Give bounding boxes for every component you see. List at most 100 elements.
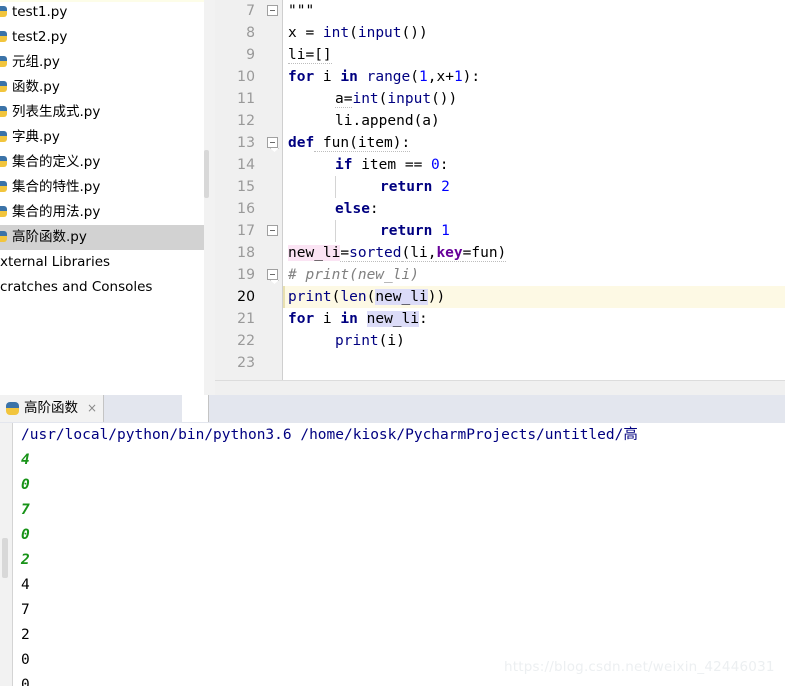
line-number: 9	[246, 47, 255, 63]
line-number: 13	[237, 135, 255, 151]
code-token: ())	[401, 25, 428, 41]
project-tree-item[interactable]: xternal Libraries	[0, 250, 204, 275]
code-text: return 2	[380, 176, 450, 198]
python-file-icon	[0, 206, 9, 217]
code-token: int	[352, 91, 379, 107]
code-token: input	[387, 91, 432, 107]
run-tab-bar[interactable]: 高阶函数 ×	[0, 395, 785, 424]
project-tree-item[interactable]: test1.py	[0, 0, 204, 25]
project-tree-item[interactable]: 高阶函数.py	[0, 225, 204, 250]
code-token: i	[314, 311, 341, 327]
console-output-line: 4	[21, 577, 30, 593]
code-token: ,x+	[427, 69, 454, 85]
python-file-icon	[0, 81, 9, 92]
code-token: (li,	[401, 245, 437, 262]
run-tab-gap	[182, 395, 209, 422]
code-row-current[interactable]: 20 print(len(new_li))	[215, 286, 785, 308]
pane-divider-handle[interactable]	[204, 150, 209, 198]
code-text: new_li=sorted(li,key=fun)	[288, 242, 507, 264]
code-row[interactable]: 15 return 2	[215, 176, 785, 198]
run-tab-label: 高阶函数	[24, 400, 78, 416]
code-token: (i)	[378, 333, 405, 349]
code-row[interactable]: 18 new_li=sorted(li,key=fun)	[215, 242, 785, 264]
code-token: input	[357, 25, 402, 41]
code-text: print(i)	[335, 330, 405, 352]
code-editor[interactable]: " " " 7 """ 8 x = int(input()) 9 li=[] 1…	[215, 0, 785, 395]
console-scrollbar-thumb[interactable]	[2, 538, 8, 578]
code-text: a=int(input())	[335, 88, 457, 110]
project-tree-item[interactable]: 集合的用法.py	[0, 200, 204, 225]
code-token: 0	[431, 157, 440, 173]
code-row[interactable]: 13 def fun(item):	[215, 132, 785, 280]
code-text: for i in new_li:	[288, 308, 428, 330]
console-lines: 4070247200	[13, 448, 785, 686]
code-row[interactable]: 7 """	[215, 0, 785, 22]
code-token: len	[340, 289, 367, 305]
editor-bottom-strip	[215, 380, 785, 395]
code-row[interactable]: 23	[215, 352, 785, 374]
code-text: # print(new_li)	[288, 264, 419, 286]
console-output[interactable]: /usr/local/python/bin/python3.6 /home/ki…	[13, 423, 785, 686]
python-file-icon	[6, 402, 19, 415]
project-tree-item-label: xternal Libraries	[0, 254, 111, 270]
code-token: return	[380, 179, 433, 195]
line-number: 20	[237, 289, 255, 305]
console-output-line: 7	[21, 602, 30, 618]
project-tree-item-label: 集合的特性.py	[12, 179, 101, 195]
line-number: 19	[237, 267, 255, 283]
code-token: x =	[288, 25, 323, 41]
console-input-echo-line: 2	[21, 552, 30, 568]
code-row[interactable]: 19 # print(new_li)	[215, 264, 785, 286]
code-row[interactable]: 21 for i in new_li:	[215, 308, 785, 330]
code-token-highlight: new_li	[366, 311, 419, 327]
code-token: 2	[432, 179, 450, 195]
code-row[interactable]: 16 else:	[215, 198, 785, 220]
code-row[interactable]: 14 if item == 0:	[215, 154, 785, 176]
code-token: sorted	[349, 245, 402, 262]
fold-marker[interactable]	[267, 5, 278, 16]
code-row[interactable]: 11 a=int(input())	[215, 88, 785, 110]
line-number: 11	[237, 91, 255, 107]
code-row[interactable]: 17 return 1	[215, 220, 785, 242]
code-text: return 1	[380, 220, 450, 242]
line-number: 23	[237, 355, 255, 371]
python-file-icon	[0, 181, 9, 192]
project-tree-item[interactable]: 函数.py	[0, 75, 204, 100]
code-token: in	[340, 311, 358, 327]
code-row[interactable]: 8 x = int(input())	[215, 22, 785, 44]
project-tree-item[interactable]: 元组.py	[0, 50, 204, 75]
console-toolbar-strip[interactable]	[0, 423, 13, 686]
project-tool-window[interactable]: test1.py test2.py 元组.py 函数.py 列表生成式.py 字典.py 集…	[0, 0, 204, 395]
code-row[interactable]: 9 li=[]	[215, 44, 785, 66]
code-row[interactable]: 12 li.append(a)	[215, 110, 785, 236]
code-token: ))	[427, 289, 446, 305]
code-text: for i in range(1,x+1):	[288, 66, 480, 88]
code-token-highlight: new_li	[288, 245, 341, 261]
console-input-echo-line: 7	[21, 502, 30, 518]
run-tab-高阶函数[interactable]: 高阶函数 ×	[0, 395, 105, 422]
code-row[interactable]: 22 print(i)	[215, 330, 785, 352]
watermark: https://blog.csdn.net/weixin_42446031	[504, 659, 775, 675]
line-number: 14	[237, 157, 255, 173]
project-tree-item[interactable]: test2.py	[0, 25, 204, 50]
code-row[interactable]: 10 for i in range(1,x+1):	[215, 66, 785, 148]
console-input-echo-line: 4	[21, 452, 30, 468]
code-token: range	[357, 69, 411, 85]
code-token: """	[288, 3, 315, 19]
code-text: li.append(a)	[335, 110, 440, 132]
indent-guide	[335, 176, 336, 198]
python-file-icon	[0, 31, 9, 42]
code-token: 1	[419, 69, 428, 85]
project-tree-item[interactable]: cratches and Consoles	[0, 275, 204, 300]
project-tree[interactable]: test1.py test2.py 元组.py 函数.py 列表生成式.py 字典.py 集…	[0, 0, 204, 300]
line-number: 17	[237, 223, 255, 239]
close-icon[interactable]: ×	[87, 395, 97, 422]
code-token: (	[410, 69, 419, 85]
project-tree-item[interactable]: 集合的定义.py	[0, 150, 204, 175]
line-number: 16	[237, 201, 255, 217]
project-tree-item[interactable]: 字典.py	[0, 125, 204, 150]
project-tree-item[interactable]: 集合的特性.py	[0, 175, 204, 200]
project-tree-item-label: test2.py	[12, 29, 68, 45]
project-tree-item[interactable]: 列表生成式.py	[0, 100, 204, 125]
